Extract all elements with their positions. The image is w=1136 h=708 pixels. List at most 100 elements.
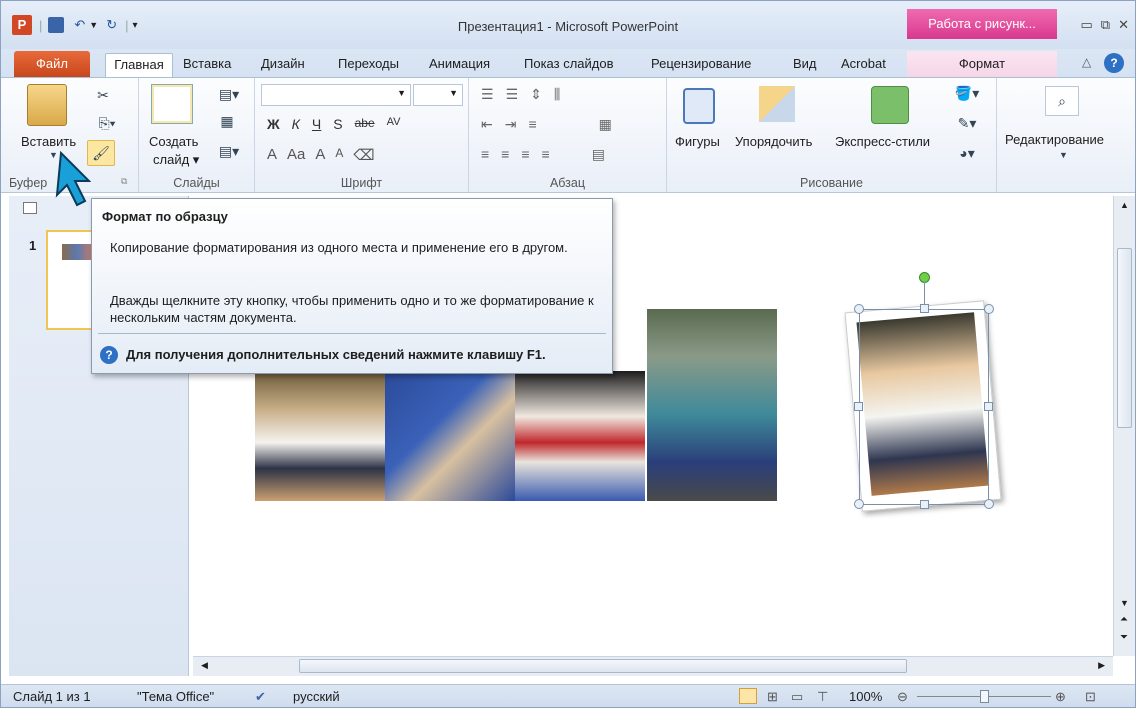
- font-size-dropdown[interactable]: ▼: [413, 84, 463, 106]
- paste-icon[interactable]: [27, 84, 67, 126]
- tab-format[interactable]: Формат: [907, 51, 1057, 77]
- vertical-scrollbar[interactable]: ▲ ▼ ⏶ ⏷: [1113, 196, 1135, 656]
- align-text-icon[interactable]: ▦: [599, 116, 612, 133]
- spellcheck-icon[interactable]: ✔: [255, 689, 266, 705]
- language[interactable]: русский: [293, 689, 340, 704]
- zoom-in-icon[interactable]: ⊕: [1055, 689, 1066, 705]
- resize-handle[interactable]: [854, 304, 864, 314]
- columns-icon[interactable]: ⫼: [554, 86, 560, 103]
- help-icon[interactable]: ?: [1104, 53, 1124, 73]
- scroll-right-icon[interactable]: ▶: [1098, 660, 1105, 671]
- slide-sorter-icon[interactable]: ⊞: [767, 689, 778, 705]
- tab-insert[interactable]: Вставка: [183, 53, 231, 77]
- align-right-icon[interactable]: ≡: [521, 146, 529, 163]
- resize-handle[interactable]: [854, 402, 863, 411]
- photo-girl-blue[interactable]: [385, 371, 515, 501]
- tab-design[interactable]: Дизайн: [261, 53, 305, 77]
- reset-icon[interactable]: ▦: [215, 112, 239, 130]
- strikethrough-button[interactable]: abe: [355, 116, 375, 132]
- dialog-launcher-icon[interactable]: ⧉: [121, 176, 127, 187]
- align-center-icon[interactable]: ≡: [501, 146, 509, 163]
- chevron-down-icon[interactable]: ▼: [1059, 150, 1068, 160]
- resize-handle[interactable]: [984, 402, 993, 411]
- format-painter-icon[interactable]: 🖌: [87, 140, 115, 166]
- paste-button[interactable]: Вставить: [21, 134, 76, 149]
- quick-styles-button[interactable]: Экспресс-стили: [835, 134, 930, 149]
- bullets-icon[interactable]: ☰: [481, 86, 494, 103]
- decrease-indent-icon[interactable]: ⇤: [481, 116, 493, 133]
- change-case-button[interactable]: Aa: [287, 146, 305, 164]
- previous-slide-icon[interactable]: ⏶: [1120, 614, 1128, 625]
- resize-handle[interactable]: [984, 499, 994, 509]
- shapes-button[interactable]: Фигуры: [675, 134, 720, 149]
- new-slide-button-line2[interactable]: слайд ▾: [153, 152, 199, 168]
- new-slide-icon[interactable]: [151, 84, 193, 124]
- font-name-dropdown[interactable]: ▼: [261, 84, 411, 106]
- scroll-left-icon[interactable]: ◀: [201, 660, 208, 671]
- tab-review[interactable]: Рецензирование: [651, 53, 751, 77]
- justify-icon[interactable]: ≡: [542, 146, 550, 163]
- section-icon[interactable]: ▤▾: [215, 142, 243, 160]
- layout-icon[interactable]: ▤▾: [215, 86, 243, 102]
- resize-handle[interactable]: [854, 499, 864, 509]
- reading-view-icon[interactable]: ▭: [791, 689, 803, 705]
- numbering-icon[interactable]: ☰: [506, 86, 519, 103]
- font-color-button[interactable]: A: [267, 146, 277, 164]
- quick-styles-icon[interactable]: [871, 86, 909, 124]
- minimize-ribbon-icon[interactable]: △: [1082, 55, 1091, 69]
- minimize-icon[interactable]: ▭: [1081, 17, 1093, 33]
- photo-boy[interactable]: [255, 371, 385, 501]
- slides-tab-icon[interactable]: [23, 202, 37, 214]
- photo-girl-folk[interactable]: [515, 371, 645, 501]
- zoom-level[interactable]: 100%: [849, 689, 882, 704]
- tab-animations[interactable]: Анимация: [429, 53, 490, 77]
- slideshow-view-icon[interactable]: ⊤: [817, 689, 828, 705]
- shape-effects-icon[interactable]: ◕▾: [953, 144, 981, 162]
- shadow-button[interactable]: S: [333, 116, 342, 132]
- text-direction-icon[interactable]: ≡: [528, 116, 536, 133]
- shapes-icon[interactable]: [683, 88, 715, 124]
- scroll-thumb[interactable]: [1117, 248, 1132, 428]
- normal-view-icon[interactable]: [739, 688, 757, 704]
- arrange-icon[interactable]: [759, 86, 795, 122]
- shrink-font-button[interactable]: A: [335, 146, 343, 164]
- increase-indent-icon[interactable]: ⇥: [505, 116, 517, 133]
- zoom-slider-thumb[interactable]: [980, 690, 989, 703]
- tab-acrobat[interactable]: Acrobat: [841, 53, 886, 77]
- photo-girls-camera[interactable]: [647, 309, 777, 501]
- smartart-icon[interactable]: ▤: [592, 146, 605, 163]
- shape-outline-icon[interactable]: ✎▾: [953, 114, 981, 132]
- editing-button[interactable]: Редактирование: [1005, 132, 1104, 147]
- zoom-out-icon[interactable]: ⊖: [897, 689, 908, 705]
- italic-button[interactable]: К: [292, 116, 300, 132]
- char-spacing-button[interactable]: AV: [387, 116, 401, 132]
- clear-formatting-icon[interactable]: ⌫: [353, 146, 374, 164]
- underline-button[interactable]: Ч: [312, 116, 321, 132]
- arrange-button[interactable]: Упорядочить: [735, 134, 812, 149]
- align-left-icon[interactable]: ≡: [481, 146, 489, 163]
- resize-handle[interactable]: [984, 304, 994, 314]
- next-slide-icon[interactable]: ⏷: [1120, 632, 1128, 643]
- new-slide-button[interactable]: Создать: [149, 134, 198, 149]
- scroll-down-icon[interactable]: ▼: [1120, 598, 1129, 608]
- cut-icon[interactable]: ✂: [93, 86, 113, 104]
- tab-transitions[interactable]: Переходы: [338, 53, 399, 77]
- shape-fill-icon[interactable]: 🪣▾: [953, 84, 981, 102]
- close-icon[interactable]: ✕: [1118, 17, 1129, 33]
- resize-handle[interactable]: [920, 500, 929, 509]
- line-spacing-icon[interactable]: ⇕: [530, 86, 542, 103]
- resize-handle[interactable]: [920, 304, 929, 313]
- tab-view[interactable]: Вид: [793, 53, 817, 77]
- hscroll-thumb[interactable]: [299, 659, 907, 673]
- tab-slideshow[interactable]: Показ слайдов: [524, 53, 614, 77]
- bold-button[interactable]: Ж: [267, 116, 280, 132]
- grow-font-button[interactable]: A: [315, 146, 325, 164]
- fit-to-window-icon[interactable]: ⊡: [1085, 689, 1096, 705]
- horizontal-scrollbar[interactable]: ◀ ▶: [193, 656, 1113, 676]
- scroll-up-icon[interactable]: ▲: [1120, 200, 1129, 210]
- copy-icon[interactable]: ⎘▾: [93, 114, 121, 132]
- find-icon[interactable]: ⌕: [1045, 86, 1079, 116]
- tab-home[interactable]: Главная: [105, 53, 173, 78]
- restore-icon[interactable]: ⧉: [1101, 17, 1110, 33]
- theme-name[interactable]: "Тема Office": [137, 689, 214, 704]
